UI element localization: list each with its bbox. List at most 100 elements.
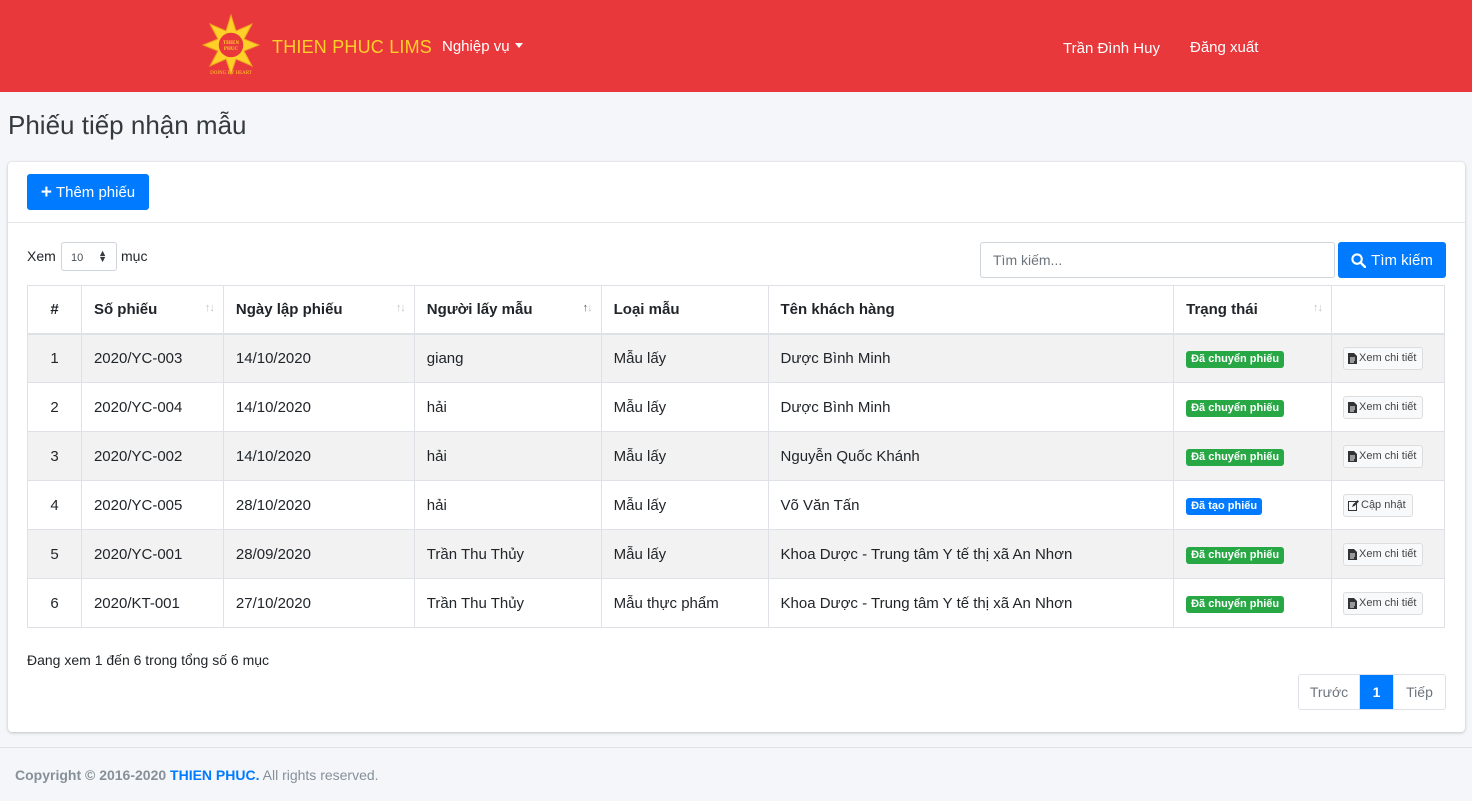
cell-collector: Trần Thu Thủy <box>413 578 602 628</box>
table-info: Đang xem 1 đến 6 trong tổng số 6 mục <box>27 652 270 668</box>
action-label: Xem chi tiết <box>1359 401 1417 413</box>
sort-asc-icon: ↑↓ <box>582 302 593 314</box>
cell-status: Đã chuyển phiếu <box>1173 529 1332 579</box>
view-detail-button[interactable]: Xem chi tiết <box>1343 395 1424 419</box>
action-label: Xem chi tiết <box>1359 597 1417 609</box>
cell-date: 28/10/2020 <box>222 480 415 530</box>
page-title: Phiếu tiếp nhận mẫu <box>8 110 247 140</box>
document-icon <box>1348 450 1357 462</box>
search-button[interactable]: Tìm kiếm <box>1338 242 1446 278</box>
cell-customer: Nguyễn Quốc Khánh <box>767 431 1175 481</box>
footer-copyright: Copyright © 2016-2020 <box>15 767 167 783</box>
pagination: Trước 1 Tiếp <box>1298 674 1446 710</box>
cell-status: Đã chuyển phiếu <box>1173 382 1332 432</box>
table-row: 6 2020/KT-001 27/10/2020 Trần Thu Thủy Mẫu t… <box>27 578 1445 628</box>
card-header: + Thêm phiếu <box>8 162 1465 223</box>
main-card: + Thêm phiếu Xem 10 ▲ ▼ mục Tìm kiếm... T… <box>8 162 1465 732</box>
view-detail-button[interactable]: Xem chi tiết <box>1343 346 1424 370</box>
cell-code: 2020/KT-001 <box>80 578 224 628</box>
col-header-date-label: Ngày lập phiếu <box>235 300 343 318</box>
status-badge: Đã chuyển phiếu <box>1186 350 1285 368</box>
search-placeholder: Tìm kiếm... <box>993 252 1063 268</box>
top-navbar: THIEN PHUC DOING BY HEART THIEN PHUC LIM… <box>0 0 1472 92</box>
cell-customer: Dược Bình Minh <box>767 382 1175 432</box>
cell-date: 14/10/2020 <box>222 382 415 432</box>
cell-status: Đã chuyển phiếu <box>1173 431 1332 481</box>
status-badge: Đã chuyển phiếu <box>1186 595 1285 613</box>
status-badge: Đã chuyển phiếu <box>1186 448 1285 466</box>
cell-collector: hải <box>413 431 602 481</box>
nav-menu-dropdown[interactable]: Nghiệp vụ <box>442 38 523 55</box>
search-input[interactable]: Tìm kiếm... <box>980 242 1335 278</box>
action-label: Cập nhật <box>1361 499 1406 511</box>
cell-status: Đã tạo phiếu <box>1173 480 1332 530</box>
page-size-value: 10 <box>71 252 84 264</box>
cell-date: 27/10/2020 <box>222 578 415 628</box>
cell-sample-type: Mẫu lấy <box>600 333 769 383</box>
footer-company-link[interactable]: THIEN PHUC. <box>170 767 259 783</box>
sort-icon: ↑↓ <box>204 302 215 314</box>
cell-action: Xem chi tiết <box>1331 529 1445 579</box>
svg-text:DOING BY HEART: DOING BY HEART <box>210 71 252 76</box>
col-header-status[interactable]: Trạng thái ↑↓ <box>1173 285 1332 335</box>
cell-sample-type: Mẫu lấy <box>600 431 769 481</box>
pagination-next[interactable]: Tiếp <box>1393 675 1445 709</box>
pagination-prev[interactable]: Trước <box>1299 675 1360 709</box>
cell-index: 3 <box>27 431 82 481</box>
cell-date: 14/10/2020 <box>222 431 415 481</box>
plus-icon: + <box>40 181 52 203</box>
brand-name[interactable]: THIEN PHUC LIMS <box>272 37 432 58</box>
col-header-date[interactable]: Ngày lập phiếu ↑↓ <box>222 285 415 335</box>
cell-sample-type: Mẫu lấy <box>600 529 769 579</box>
col-header-actions <box>1331 285 1445 335</box>
page-size-select[interactable]: 10 ▲ ▼ <box>61 242 117 271</box>
svg-text:PHUC: PHUC <box>224 47 239 52</box>
cell-customer: Khoa Dược - Trung tâm Y tế thị xã An Nhơ… <box>767 529 1175 579</box>
cell-collector: giang <box>413 333 602 383</box>
cell-customer: Võ Văn Tấn <box>767 480 1175 530</box>
add-form-button[interactable]: + Thêm phiếu <box>27 174 149 210</box>
logout-link[interactable]: Đăng xuất <box>1190 39 1258 56</box>
col-header-collector[interactable]: Người lấy mẫu ↑↓ <box>413 285 602 335</box>
sort-arrows-icon: ▲ ▼ <box>98 248 107 264</box>
cell-index: 2 <box>27 382 82 432</box>
cell-collector: hải <box>413 480 602 530</box>
search-button-label: Tìm kiếm <box>1371 251 1433 269</box>
cell-code: 2020/YC-003 <box>80 333 224 383</box>
cell-index: 6 <box>27 578 82 628</box>
cell-status: Đã chuyển phiếu <box>1173 333 1332 383</box>
view-detail-button[interactable]: Xem chi tiết <box>1343 444 1424 468</box>
table-header-row: # Số phiếu ↑↓ Ngày lập phiếu ↑↓ Người lấy … <box>27 285 1445 335</box>
add-form-label: Thêm phiếu <box>55 183 136 201</box>
view-detail-button[interactable]: Xem chi tiết <box>1343 591 1424 615</box>
cell-action: Xem chi tiết <box>1331 333 1445 383</box>
user-name-link[interactable]: Trần Đình Huy <box>1063 40 1160 57</box>
action-label: Xem chi tiết <box>1359 450 1417 462</box>
cell-index: 1 <box>27 333 82 383</box>
cell-code: 2020/YC-005 <box>80 480 224 530</box>
cell-action: Xem chi tiết <box>1331 578 1445 628</box>
company-logo[interactable]: THIEN PHUC DOING BY HEART <box>202 14 260 76</box>
view-detail-button[interactable]: Xem chi tiết <box>1343 542 1424 566</box>
cell-customer: Dược Bình Minh <box>767 333 1175 383</box>
edit-icon <box>1348 499 1359 511</box>
document-icon <box>1348 548 1357 560</box>
cell-status: Đã chuyển phiếu <box>1173 578 1332 628</box>
table-row: 4 2020/YC-005 28/10/2020 hải Mẫu lấy Võ Văn T… <box>27 480 1445 530</box>
pagination-page-1[interactable]: 1 <box>1360 675 1393 709</box>
show-entries-label: Xem <box>27 248 56 264</box>
col-header-code-label: Số phiếu <box>93 300 158 318</box>
footer-rights: All rights reserved. <box>262 767 379 783</box>
cell-sample-type: Mẫu thực phẩm <box>600 578 769 628</box>
cell-action: Xem chi tiết <box>1331 382 1445 432</box>
cell-sample-type: Mẫu lấy <box>600 382 769 432</box>
cell-collector: hải <box>413 382 602 432</box>
cell-date: 28/09/2020 <box>222 529 415 579</box>
cell-code: 2020/YC-001 <box>80 529 224 579</box>
document-icon <box>1348 352 1357 364</box>
update-button[interactable]: Cập nhật <box>1343 493 1413 517</box>
status-badge: Đã chuyển phiếu <box>1186 546 1285 564</box>
table-row: 3 2020/YC-002 14/10/2020 hải Mẫu lấy Nguyễn Q… <box>27 431 1445 481</box>
col-header-code[interactable]: Số phiếu ↑↓ <box>80 285 224 335</box>
status-badge: Đã chuyển phiếu <box>1186 399 1285 417</box>
